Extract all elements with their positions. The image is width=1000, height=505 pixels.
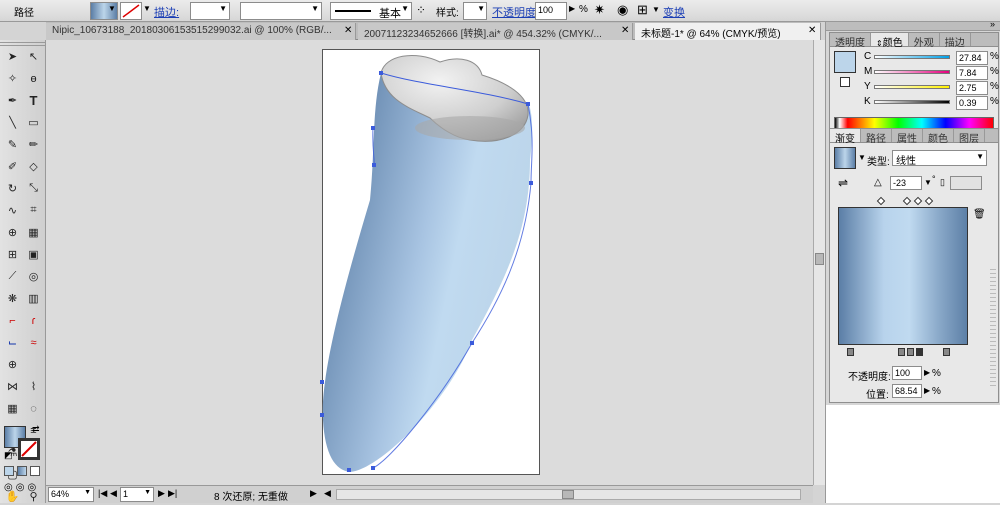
stop-opacity-label: 不透明度: xyxy=(848,372,891,383)
angle-input[interactable]: -23 xyxy=(890,176,922,190)
channel-slider[interactable] xyxy=(874,100,950,104)
anchor-point[interactable] xyxy=(470,341,474,345)
gradient-panel-tabs: 渐变 路径 属性 颜色 图层 xyxy=(830,129,998,145)
anchor-point[interactable] xyxy=(347,468,351,472)
last-page-icon[interactable]: ▶| xyxy=(168,488,177,499)
trash-icon[interactable]: 🗑 xyxy=(973,209,986,220)
aspect-ratio-icon: ▯ xyxy=(940,177,945,187)
stop-opacity-input[interactable]: 100 xyxy=(892,366,922,380)
chevron-down-icon[interactable]: ▼ xyxy=(924,178,932,187)
gradient-stop[interactable] xyxy=(943,348,950,356)
page-value: 1 xyxy=(123,489,129,499)
tab-attributes[interactable]: 属性 xyxy=(892,129,923,145)
panel-resize-grip[interactable] xyxy=(990,269,996,389)
collapse-icon[interactable]: » xyxy=(990,19,995,29)
gradient-stop[interactable] xyxy=(907,348,914,356)
chevron-down-icon[interactable]: ▼ xyxy=(858,153,866,162)
scroll-thumb[interactable] xyxy=(815,253,824,265)
channel-label: Y xyxy=(864,81,871,92)
anchor-point[interactable] xyxy=(526,102,530,106)
vertical-scrollbar[interactable] xyxy=(813,40,825,485)
tab-pathfinder[interactable]: 路径 xyxy=(861,129,892,145)
color-stroke-swatch[interactable] xyxy=(840,77,850,87)
channel-label: K xyxy=(864,96,871,107)
first-page-icon[interactable]: |◀ xyxy=(98,488,107,499)
gradient-stops xyxy=(847,348,950,356)
prev-page-icon[interactable]: ◀ xyxy=(110,488,117,499)
tab-arrow-icon: ⇕ xyxy=(876,39,883,48)
tab-stroke[interactable]: 描边 xyxy=(940,33,971,49)
midpoint-diamond[interactable] xyxy=(913,196,923,206)
tab-appearance[interactable]: 外观 xyxy=(909,33,940,49)
chevron-right-icon[interactable]: ▶ xyxy=(924,386,930,395)
channel-slider[interactable] xyxy=(874,85,950,89)
channel-input[interactable]: 2.75 xyxy=(956,81,988,95)
panel-dock: » 透明度 ⇕颜色 外观 描边 C 27.84% M 7.84% Y 2.75% K 0.39… xyxy=(825,19,1000,503)
zoom-value: 64% xyxy=(51,489,70,499)
gradient-type-label: 类型: xyxy=(867,157,890,168)
channel-label: C xyxy=(864,51,872,62)
aspect-ratio-input[interactable] xyxy=(950,176,982,190)
gradient-stop-selected[interactable] xyxy=(916,348,923,356)
channel-unit: % xyxy=(990,81,999,92)
cap-highlight xyxy=(415,116,525,140)
gradient-stop[interactable] xyxy=(847,348,854,356)
tab-color-2[interactable]: 颜色 xyxy=(923,129,954,145)
chevron-right-icon[interactable]: ▶ xyxy=(924,368,930,377)
anchor-point[interactable] xyxy=(379,71,383,75)
tab-color-label: 颜色 xyxy=(882,38,903,49)
scroll-left-icon[interactable]: ◀ xyxy=(324,488,331,499)
angle-unit: ° xyxy=(932,174,936,184)
tab-transparency[interactable]: 透明度 xyxy=(830,33,871,49)
tab-color[interactable]: ⇕颜色 xyxy=(871,33,909,49)
stop-position-unit: % xyxy=(932,386,941,397)
midpoint-diamonds xyxy=(876,196,934,206)
channel-unit: % xyxy=(990,66,999,77)
anchor-point[interactable] xyxy=(320,413,324,417)
reverse-gradient-icon[interactable]: ⇌ xyxy=(838,176,848,190)
status-bar: 64% ▼ |◀ ◀ 1 ▼ ▶ ▶| 8 次还原; 无重做 ▶ ◀ xyxy=(46,485,813,503)
channel-label: M xyxy=(864,66,873,77)
tab-layers[interactable]: 图层 xyxy=(954,129,985,145)
angle-icon: △ xyxy=(874,177,882,188)
anchor-point[interactable] xyxy=(320,380,324,384)
gradient-panel: 渐变 路径 属性 颜色 图层 ▼ 类型: 线性 ▼ ⇌ △ -23 ▼ ° ▯ … xyxy=(829,128,999,403)
midpoint-diamond[interactable] xyxy=(924,196,934,206)
scroll-thumb[interactable] xyxy=(562,490,574,499)
channel-unit: % xyxy=(990,96,999,107)
stop-opacity-unit: % xyxy=(932,368,941,379)
color-panel-tabs: 透明度 ⇕颜色 外观 描边 xyxy=(830,33,998,49)
channel-input[interactable]: 7.84 xyxy=(956,66,988,80)
gradient-type-value: 线性 xyxy=(896,156,916,167)
anchor-point[interactable] xyxy=(371,126,375,130)
gradient-preview-swatch[interactable] xyxy=(834,147,856,169)
channel-slider[interactable] xyxy=(874,70,950,74)
channel-unit: % xyxy=(990,51,999,62)
channel-slider[interactable] xyxy=(874,55,950,59)
undo-status: 8 次还原; 无重做 xyxy=(214,492,288,503)
next-page-icon[interactable]: ▶ xyxy=(158,488,165,499)
stop-position-label: 位置: xyxy=(866,390,889,401)
tab-gradient[interactable]: 渐变 xyxy=(830,129,861,145)
gradient-type-select[interactable]: 线性 ▼ xyxy=(892,150,987,167)
midpoint-diamond[interactable] xyxy=(902,196,912,206)
anchor-point[interactable] xyxy=(372,163,376,167)
color-fill-swatch[interactable] xyxy=(834,51,856,73)
anchor-point[interactable] xyxy=(371,466,375,470)
dock-empty-area xyxy=(826,405,1000,503)
page-field[interactable]: 1 ▼ xyxy=(120,487,154,502)
midpoint-diamond[interactable] xyxy=(876,196,886,206)
status-menu-icon[interactable]: ▶ xyxy=(310,488,317,499)
gradient-slider-preview[interactable] xyxy=(838,207,968,345)
zoom-field[interactable]: 64% ▼ xyxy=(48,487,94,502)
channel-input[interactable]: 0.39 xyxy=(956,96,988,110)
stop-position-input[interactable]: 68.54 xyxy=(892,384,922,398)
gradient-stop[interactable] xyxy=(898,348,905,356)
channel-input[interactable]: 27.84 xyxy=(956,51,988,65)
dock-header[interactable]: » xyxy=(826,19,1000,31)
horizontal-scrollbar[interactable] xyxy=(336,489,801,500)
anchor-point[interactable] xyxy=(529,181,533,185)
